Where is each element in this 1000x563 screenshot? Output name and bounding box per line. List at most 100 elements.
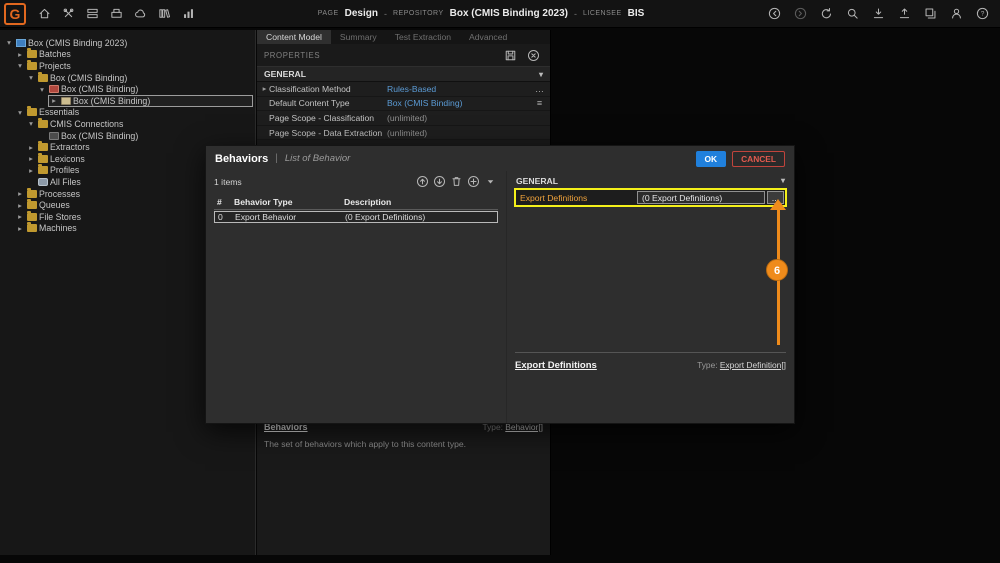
add-icon[interactable] [466, 174, 481, 189]
column-header-index[interactable]: # [214, 197, 234, 207]
refresh-icon[interactable] [816, 4, 836, 24]
table-row[interactable]: 0Export Behavior(0 Export Definitions) [214, 211, 498, 223]
tree-item-label: Box (CMIS Binding) [50, 73, 127, 83]
row-index: 0 [215, 212, 235, 222]
general-section-label: GENERAL [516, 176, 558, 186]
batches-icon[interactable] [82, 4, 102, 24]
property-row[interactable]: Page Scope - Classification(unlimited) [257, 111, 550, 126]
tree-item-label: Box (CMIS Binding) [73, 96, 150, 106]
search-icon[interactable] [842, 4, 862, 24]
export-definitions-row[interactable]: Export Definitions (0 Export Definitions… [514, 188, 787, 207]
folder-icon [38, 166, 48, 174]
general-section-bar[interactable]: GENERAL [257, 66, 550, 82]
tree-item[interactable]: ▾Essentials [0, 107, 255, 119]
property-label: Page Scope - Classification [269, 113, 387, 123]
back-icon[interactable] [764, 4, 784, 24]
page-value[interactable]: Design [345, 8, 378, 19]
stats-icon[interactable] [178, 4, 198, 24]
page-label: PAGE [318, 10, 339, 17]
help-description: The set of behaviors which apply to this… [264, 439, 543, 449]
collapse-icon[interactable]: ▾ [4, 38, 14, 47]
expand-icon[interactable]: ▸ [26, 154, 36, 163]
properties-header: PROPERTIES [257, 44, 550, 66]
close-icon[interactable] [523, 45, 543, 65]
column-header-description[interactable]: Description [344, 197, 498, 207]
scanner-icon[interactable] [106, 4, 126, 24]
expand-icon[interactable]: ▸ [26, 166, 36, 175]
tab-advanced[interactable]: Advanced [460, 30, 516, 44]
detail-help-panel: Export Definitions Type: Export Definiti… [515, 352, 786, 371]
tab-summary[interactable]: Summary [331, 30, 386, 44]
ok-button[interactable]: OK [696, 151, 727, 167]
property-list: ▸Classification MethodRules-Based…Defaul… [257, 82, 550, 140]
save-icon[interactable] [500, 45, 520, 65]
app-logo[interactable]: G [4, 3, 26, 25]
folder-icon [27, 50, 37, 58]
tree-item[interactable]: ▾Box (CMIS Binding) [0, 83, 255, 95]
tree-item[interactable]: ▸Batches [0, 49, 255, 61]
cloud-icon[interactable] [130, 4, 150, 24]
tree-item[interactable]: ▾Box (CMIS Binding 2023) [0, 37, 255, 49]
tree-item-label: Queues [39, 200, 70, 210]
folder-icon [27, 224, 37, 232]
tree-item[interactable]: ▸ Box (CMIS Binding) [48, 95, 253, 107]
collapse-icon[interactable]: ▾ [37, 85, 47, 94]
expand-icon[interactable]: ▸ [15, 189, 25, 198]
general-section-label: GENERAL [264, 69, 306, 79]
collapse-icon[interactable]: ▾ [26, 119, 36, 128]
expand-icon[interactable]: ▸ [15, 201, 25, 210]
dialog-title-separator: | [275, 153, 278, 164]
folder-icon [38, 143, 48, 151]
user-icon[interactable] [946, 4, 966, 24]
library-icon[interactable] [154, 4, 174, 24]
move-up-icon[interactable] [415, 174, 430, 189]
delete-icon[interactable] [449, 174, 464, 189]
tree-item[interactable]: ▾ Box (CMIS Binding) [0, 72, 255, 84]
chevron-down-icon[interactable] [781, 176, 785, 185]
folder-icon [38, 155, 48, 163]
type-link[interactable]: Export Definition[] [720, 360, 786, 370]
menu-button[interactable]: ≡ [532, 98, 547, 108]
property-row[interactable]: Default Content TypeBox (CMIS Binding)≡ [257, 97, 550, 112]
ellipsis-button[interactable]: … [532, 84, 547, 94]
cancel-button[interactable]: CANCEL [732, 151, 785, 167]
upload-icon[interactable] [894, 4, 914, 24]
detail-general-bar[interactable]: GENERAL [514, 173, 787, 188]
expand-icon[interactable]: ▸ [26, 143, 36, 152]
collapse-icon[interactable]: ▾ [15, 61, 25, 70]
expand-icon[interactable]: ▸ [15, 50, 25, 59]
tools-icon[interactable] [58, 4, 78, 24]
tree-item[interactable]: ▾Projects [0, 60, 255, 72]
tab-test-extraction[interactable]: Test Extraction [386, 30, 460, 44]
download-icon[interactable] [868, 4, 888, 24]
expand-icon[interactable]: ▸ [49, 96, 59, 105]
app-window: G PAGE Design - REPOSITORY Box (CMIS Bin… [0, 0, 1000, 563]
collapse-icon[interactable]: ▾ [26, 73, 36, 82]
properties-title: PROPERTIES [264, 51, 320, 60]
behavior-table-body: 0Export Behavior(0 Export Definitions) [214, 211, 498, 223]
chevron-down-icon[interactable] [539, 70, 543, 79]
home-icon[interactable] [34, 4, 54, 24]
forward-icon[interactable] [790, 4, 810, 24]
tree-item[interactable]: ▾CMIS Connections [0, 118, 255, 130]
tree-item[interactable]: Box (CMIS Binding) [0, 130, 255, 142]
repository-value[interactable]: Box (CMIS Binding 2023) [450, 8, 568, 19]
stack-icon[interactable] [920, 4, 940, 24]
property-value[interactable]: (0 Export Definitions) [637, 191, 765, 204]
add-menu-icon[interactable] [483, 174, 498, 189]
behaviors-dialog: Behaviors | List of Behavior OK CANCEL 1… [205, 145, 795, 424]
property-value: Rules-Based [387, 84, 532, 94]
expand-icon[interactable]: ▸ [260, 84, 269, 93]
column-header-behavior-type[interactable]: Behavior Type [234, 197, 344, 207]
table-header: # Behavior Type Description [214, 195, 498, 210]
property-row[interactable]: ▸Classification MethodRules-Based… [257, 82, 550, 97]
tab-content-model[interactable]: Content Model [257, 30, 331, 44]
help-icon[interactable]: ? [972, 4, 992, 24]
collapse-icon[interactable]: ▾ [15, 108, 25, 117]
folder-icon [38, 120, 48, 128]
expand-icon[interactable]: ▸ [15, 212, 25, 221]
expand-icon[interactable]: ▸ [15, 224, 25, 233]
property-row[interactable]: Page Scope - Data Extraction(unlimited) [257, 126, 550, 141]
tree-item-label: File Stores [39, 212, 81, 222]
move-down-icon[interactable] [432, 174, 447, 189]
